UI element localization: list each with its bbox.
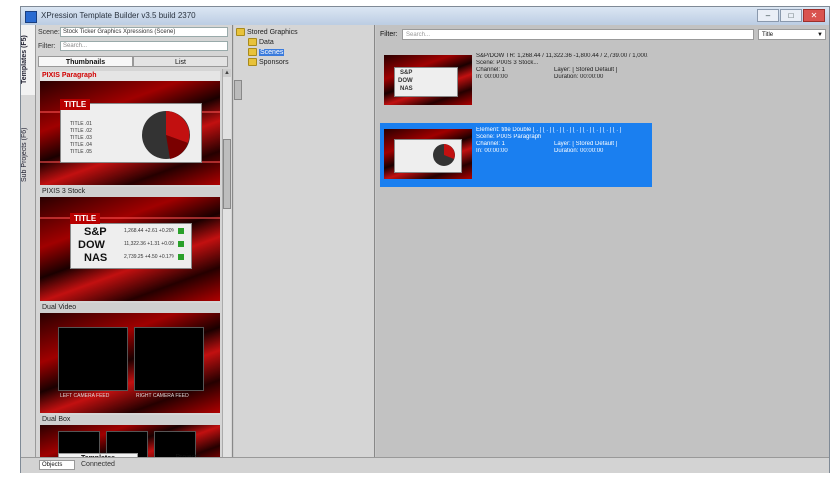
filter-field-select[interactable]: Title ▼ — [758, 29, 826, 40]
maximize-button[interactable]: □ — [780, 9, 802, 22]
thumbnail-label[interactable]: PIXIS Paragraph — [40, 71, 220, 81]
meta-channel: Channel: 1 — [476, 141, 506, 147]
ticker-value: 2,739.25 +4.50 +0.17% — [124, 254, 174, 260]
pie-graphic — [142, 111, 190, 159]
tab-templates[interactable]: Templates (F5) — [21, 25, 35, 95]
up-arrow-icon — [178, 228, 184, 234]
video-caption: RIGHT CAMERA FEED — [136, 393, 189, 399]
main-filter-label: Filter: — [380, 31, 398, 38]
meta-layer: Layer: [ Stored Default ] — [554, 141, 618, 147]
scene-thumbnail: S&P DOW NAS — [384, 55, 472, 105]
meta-layer: Layer: [ Stored Default ] — [554, 67, 618, 73]
card-row: TITLE .01 — [70, 121, 92, 127]
ticker-sp: S&P — [400, 70, 413, 76]
meta-in: In: 00:00:00 — [476, 148, 508, 154]
meta-channel: Channel: 1 — [476, 67, 506, 73]
folder-icon — [248, 48, 257, 56]
tree-item-data[interactable]: Data — [248, 38, 274, 46]
meta-duration: Duration: 00:00:00 — [554, 148, 604, 154]
folder-icon — [248, 58, 257, 66]
view-tabs: Thumbnails List — [38, 56, 228, 67]
folder-icon — [248, 38, 257, 46]
meta-in: In: 00:00:00 — [476, 74, 508, 80]
window-title: XPression Template Builder v3.5 build 23… — [41, 11, 196, 20]
tree-root[interactable]: Stored Graphics — [236, 28, 298, 36]
template-filter-input[interactable]: Search... — [60, 41, 228, 51]
meta-row: Channel: 1 Layer: [ Stored Default ] — [476, 67, 648, 74]
meta-line: Scene: PIXIS 3 Stock... — [476, 60, 539, 66]
filter-select-value: Title — [762, 32, 774, 38]
thumbnail-list: PIXIS Paragraph TITLE TITLE .01 TITLE .0… — [40, 69, 220, 467]
vertical-tab-strip: Templates (F5) Sub Projects (F6) — [21, 25, 36, 465]
tree-item-sponsors[interactable]: Sponsors — [248, 58, 289, 66]
chevron-down-icon: ▼ — [817, 32, 823, 38]
pie-graphic — [433, 144, 455, 166]
meta-duration: Duration: 00:00:00 — [554, 74, 604, 80]
card-title: TITLE — [70, 213, 101, 224]
folder-icon — [236, 28, 245, 36]
tab-sub-projects[interactable]: Sub Projects (F6) — [21, 115, 35, 195]
card-row: TITLE .03 — [70, 135, 92, 141]
scene-meta: Element: title Double [ . ] [ . ] [ . ] … — [476, 127, 648, 155]
thumbnail-label[interactable]: PIXIS 3 Stock — [40, 187, 220, 197]
scene-meta: S&P/DOW TR: 1,268.44 / 11,322.36 -1,800.… — [476, 53, 648, 81]
scene-entry-selected[interactable]: Element: title Double [ . ] [ . ] [ . ] … — [380, 123, 652, 187]
ticker-value: 1,268.44 +2.61 +0.20% — [124, 228, 174, 234]
thumbnail-label[interactable]: Dual Box — [40, 415, 220, 425]
video-box-left — [58, 327, 128, 391]
ticker-dow: DOW — [398, 78, 413, 84]
scene-entry[interactable]: S&P DOW NAS S&P/DOW TR: 1,268.44 / 11,32… — [380, 49, 652, 113]
meta-row: In: 00:00:00 Duration: 00:00:00 — [476, 74, 648, 81]
close-button[interactable]: ✕ — [803, 9, 825, 22]
scene-list-panel: Filter: Search... Title ▼ S&P DOW NAS S&… — [376, 25, 829, 457]
ticker-value: 11,322.36 +1.31 +0.09% — [124, 241, 174, 247]
scroll-thumb[interactable] — [223, 139, 231, 209]
thumbnail-pixis-3-stock[interactable]: TITLE S&P DOW NAS 1,268.44 +2.61 +0.20% … — [40, 197, 220, 301]
status-bar: Objects Connected — [21, 457, 829, 473]
objects-dropdown[interactable]: Objects — [39, 460, 75, 470]
card-row: TITLE .04 — [70, 142, 92, 148]
thumbnail-dual-video[interactable]: LEFT CAMERA FEED RIGHT CAMERA FEED — [40, 313, 220, 413]
meta-row: Channel: 1 Layer: [ Stored Default ] — [476, 141, 648, 148]
up-arrow-icon — [178, 254, 184, 260]
main-filter-input[interactable]: Search... — [402, 29, 754, 40]
card-row: TITLE .05 — [70, 149, 92, 155]
scene-label: Scene: — [38, 29, 60, 36]
video-caption: LEFT CAMERA FEED — [60, 393, 110, 399]
thumbnail-label[interactable]: Dual Video — [40, 303, 220, 313]
meta-line: Scene: PIXIS Paragraph — [476, 134, 542, 140]
status-text: Connected — [81, 461, 115, 468]
scene-field[interactable]: Stock Ticker Graphics Xpressions (Scene) — [60, 27, 228, 37]
scene-thumbnail — [384, 129, 472, 179]
tab-list[interactable]: List — [133, 56, 228, 67]
scroll-up-icon[interactable]: ▲ — [223, 69, 231, 77]
light-streak — [40, 217, 220, 219]
up-arrow-icon — [178, 241, 184, 247]
ticker-nas: NAS — [84, 252, 108, 264]
ticker-dow: DOW — [78, 239, 105, 251]
ticker-nas: NAS — [400, 86, 413, 92]
app-icon — [25, 11, 37, 23]
filter-label: Filter: — [38, 43, 56, 50]
meta-line: Element: title Double [ . ] [ . ] [ . ] … — [476, 127, 622, 133]
template-panel: Scene: Stock Ticker Graphics Xpressions … — [36, 25, 233, 467]
main-filter-row: Filter: Search... Title ▼ — [376, 29, 829, 41]
thumbnail-scrollbar[interactable]: ▲ ▼ — [222, 69, 231, 467]
tab-thumbnails[interactable]: Thumbnails — [38, 56, 133, 67]
thumbnail-pixis-paragraph[interactable]: TITLE TITLE .01 TITLE .02 TITLE .03 TITL… — [40, 81, 220, 185]
app-window: XPression Template Builder v3.5 build 23… — [20, 6, 830, 473]
card-row: TITLE .02 — [70, 128, 92, 134]
ticker-sp: S&P — [84, 226, 107, 238]
video-box-right — [134, 327, 204, 391]
tree-scrollbar[interactable] — [234, 80, 242, 100]
tree-item-scenes[interactable]: Scenes — [248, 48, 285, 56]
folder-tree: Stored Graphics Data Scenes Sponsors — [234, 25, 375, 457]
title-bar: XPression Template Builder v3.5 build 23… — [21, 7, 829, 25]
minimize-button[interactable]: – — [757, 9, 779, 22]
meta-line: S&P/DOW TR: 1,268.44 / 11,322.36 -1,800.… — [476, 53, 648, 59]
card-title: TITLE — [60, 99, 91, 110]
meta-row: In: 00:00:00 Duration: 00:00:00 — [476, 148, 648, 155]
